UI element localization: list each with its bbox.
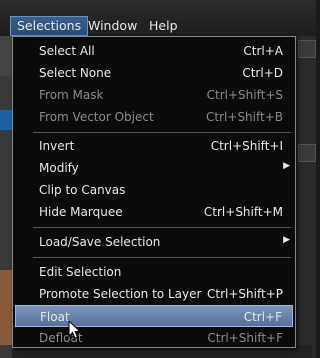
menu-item-clip-to-canvas[interactable]: Clip to Canvas	[15, 179, 293, 201]
menu-item-hide-marquee[interactable]: Hide Marquee Ctrl+Shift+M	[15, 201, 293, 223]
menu-item-select-all[interactable]: Select All Ctrl+A	[15, 40, 293, 62]
menu-item-shortcut: Ctrl+D	[242, 66, 283, 80]
menu-item-shortcut: Ctrl+Shift+F	[207, 331, 283, 345]
background-panel-button	[298, 40, 316, 58]
menu-separator	[33, 227, 291, 228]
menu-item-label: Edit Selection	[39, 265, 122, 279]
menu-item-shortcut: Ctrl+Shift+B	[206, 110, 283, 124]
menu-item-shortcut: Ctrl+F	[243, 310, 282, 324]
menu-item-label: Modify	[39, 161, 79, 175]
menu-separator	[33, 257, 291, 258]
menu-item-modify[interactable]: Modify ▶	[15, 157, 293, 179]
menubar: Selections Window Help	[0, 0, 316, 36]
background-image-strip	[0, 270, 12, 345]
menu-help[interactable]: Help	[143, 17, 184, 35]
menu-item-label: Load/Save Selection	[39, 235, 161, 249]
menu-item-invert[interactable]: Invert Ctrl+Shift+I	[15, 135, 293, 157]
menu-item-label: Hide Marquee	[39, 205, 123, 219]
menu-item-label: Select None	[39, 66, 112, 80]
menu-item-label: Float	[40, 310, 70, 324]
menu-selections[interactable]: Selections	[10, 16, 89, 36]
background-right-panel	[296, 36, 316, 358]
menu-item-label: From Vector Object	[39, 110, 154, 124]
menu-item-shortcut: Ctrl+Shift+I	[210, 139, 283, 153]
menu-window[interactable]: Window	[82, 17, 143, 35]
menu-item-label: Select All	[39, 44, 95, 58]
background-strip	[0, 110, 12, 130]
selections-dropdown-menu: Select All Ctrl+A Select None Ctrl+D Fro…	[12, 36, 296, 348]
mouse-cursor-icon	[68, 320, 82, 339]
menu-separator	[33, 132, 291, 133]
submenu-arrow-icon: ▶	[283, 235, 290, 245]
menu-item-from-vector-object: From Vector Object Ctrl+Shift+B	[15, 106, 293, 128]
menu-item-load-save-selection[interactable]: Load/Save Selection ▶	[15, 231, 293, 253]
background-panel-button	[298, 144, 316, 162]
submenu-arrow-icon: ▶	[283, 161, 290, 171]
menu-item-shortcut: Ctrl+Shift+M	[203, 205, 283, 219]
menu-item-label: Invert	[39, 139, 75, 153]
menu-item-label: Promote Selection to Layer	[39, 287, 202, 301]
menu-item-shortcut: Ctrl+Shift+S	[206, 88, 283, 102]
menu-item-label: From Mask	[39, 88, 104, 102]
menu-item-float[interactable]: Float Ctrl+F	[15, 305, 293, 327]
menu-item-from-mask: From Mask Ctrl+Shift+S	[15, 84, 293, 106]
menu-item-shortcut: Ctrl+Shift+P	[207, 287, 283, 301]
background-strip	[0, 36, 12, 76]
menu-item-select-none[interactable]: Select None Ctrl+D	[15, 62, 293, 84]
menu-item-promote-selection-to-layer[interactable]: Promote Selection to Layer Ctrl+Shift+P	[15, 283, 293, 305]
menu-item-edit-selection[interactable]: Edit Selection	[15, 261, 293, 283]
menu-item-defloat: Defloat Ctrl+Shift+F	[15, 327, 293, 349]
menu-item-shortcut: Ctrl+A	[243, 44, 283, 58]
menu-item-label: Clip to Canvas	[39, 183, 126, 197]
